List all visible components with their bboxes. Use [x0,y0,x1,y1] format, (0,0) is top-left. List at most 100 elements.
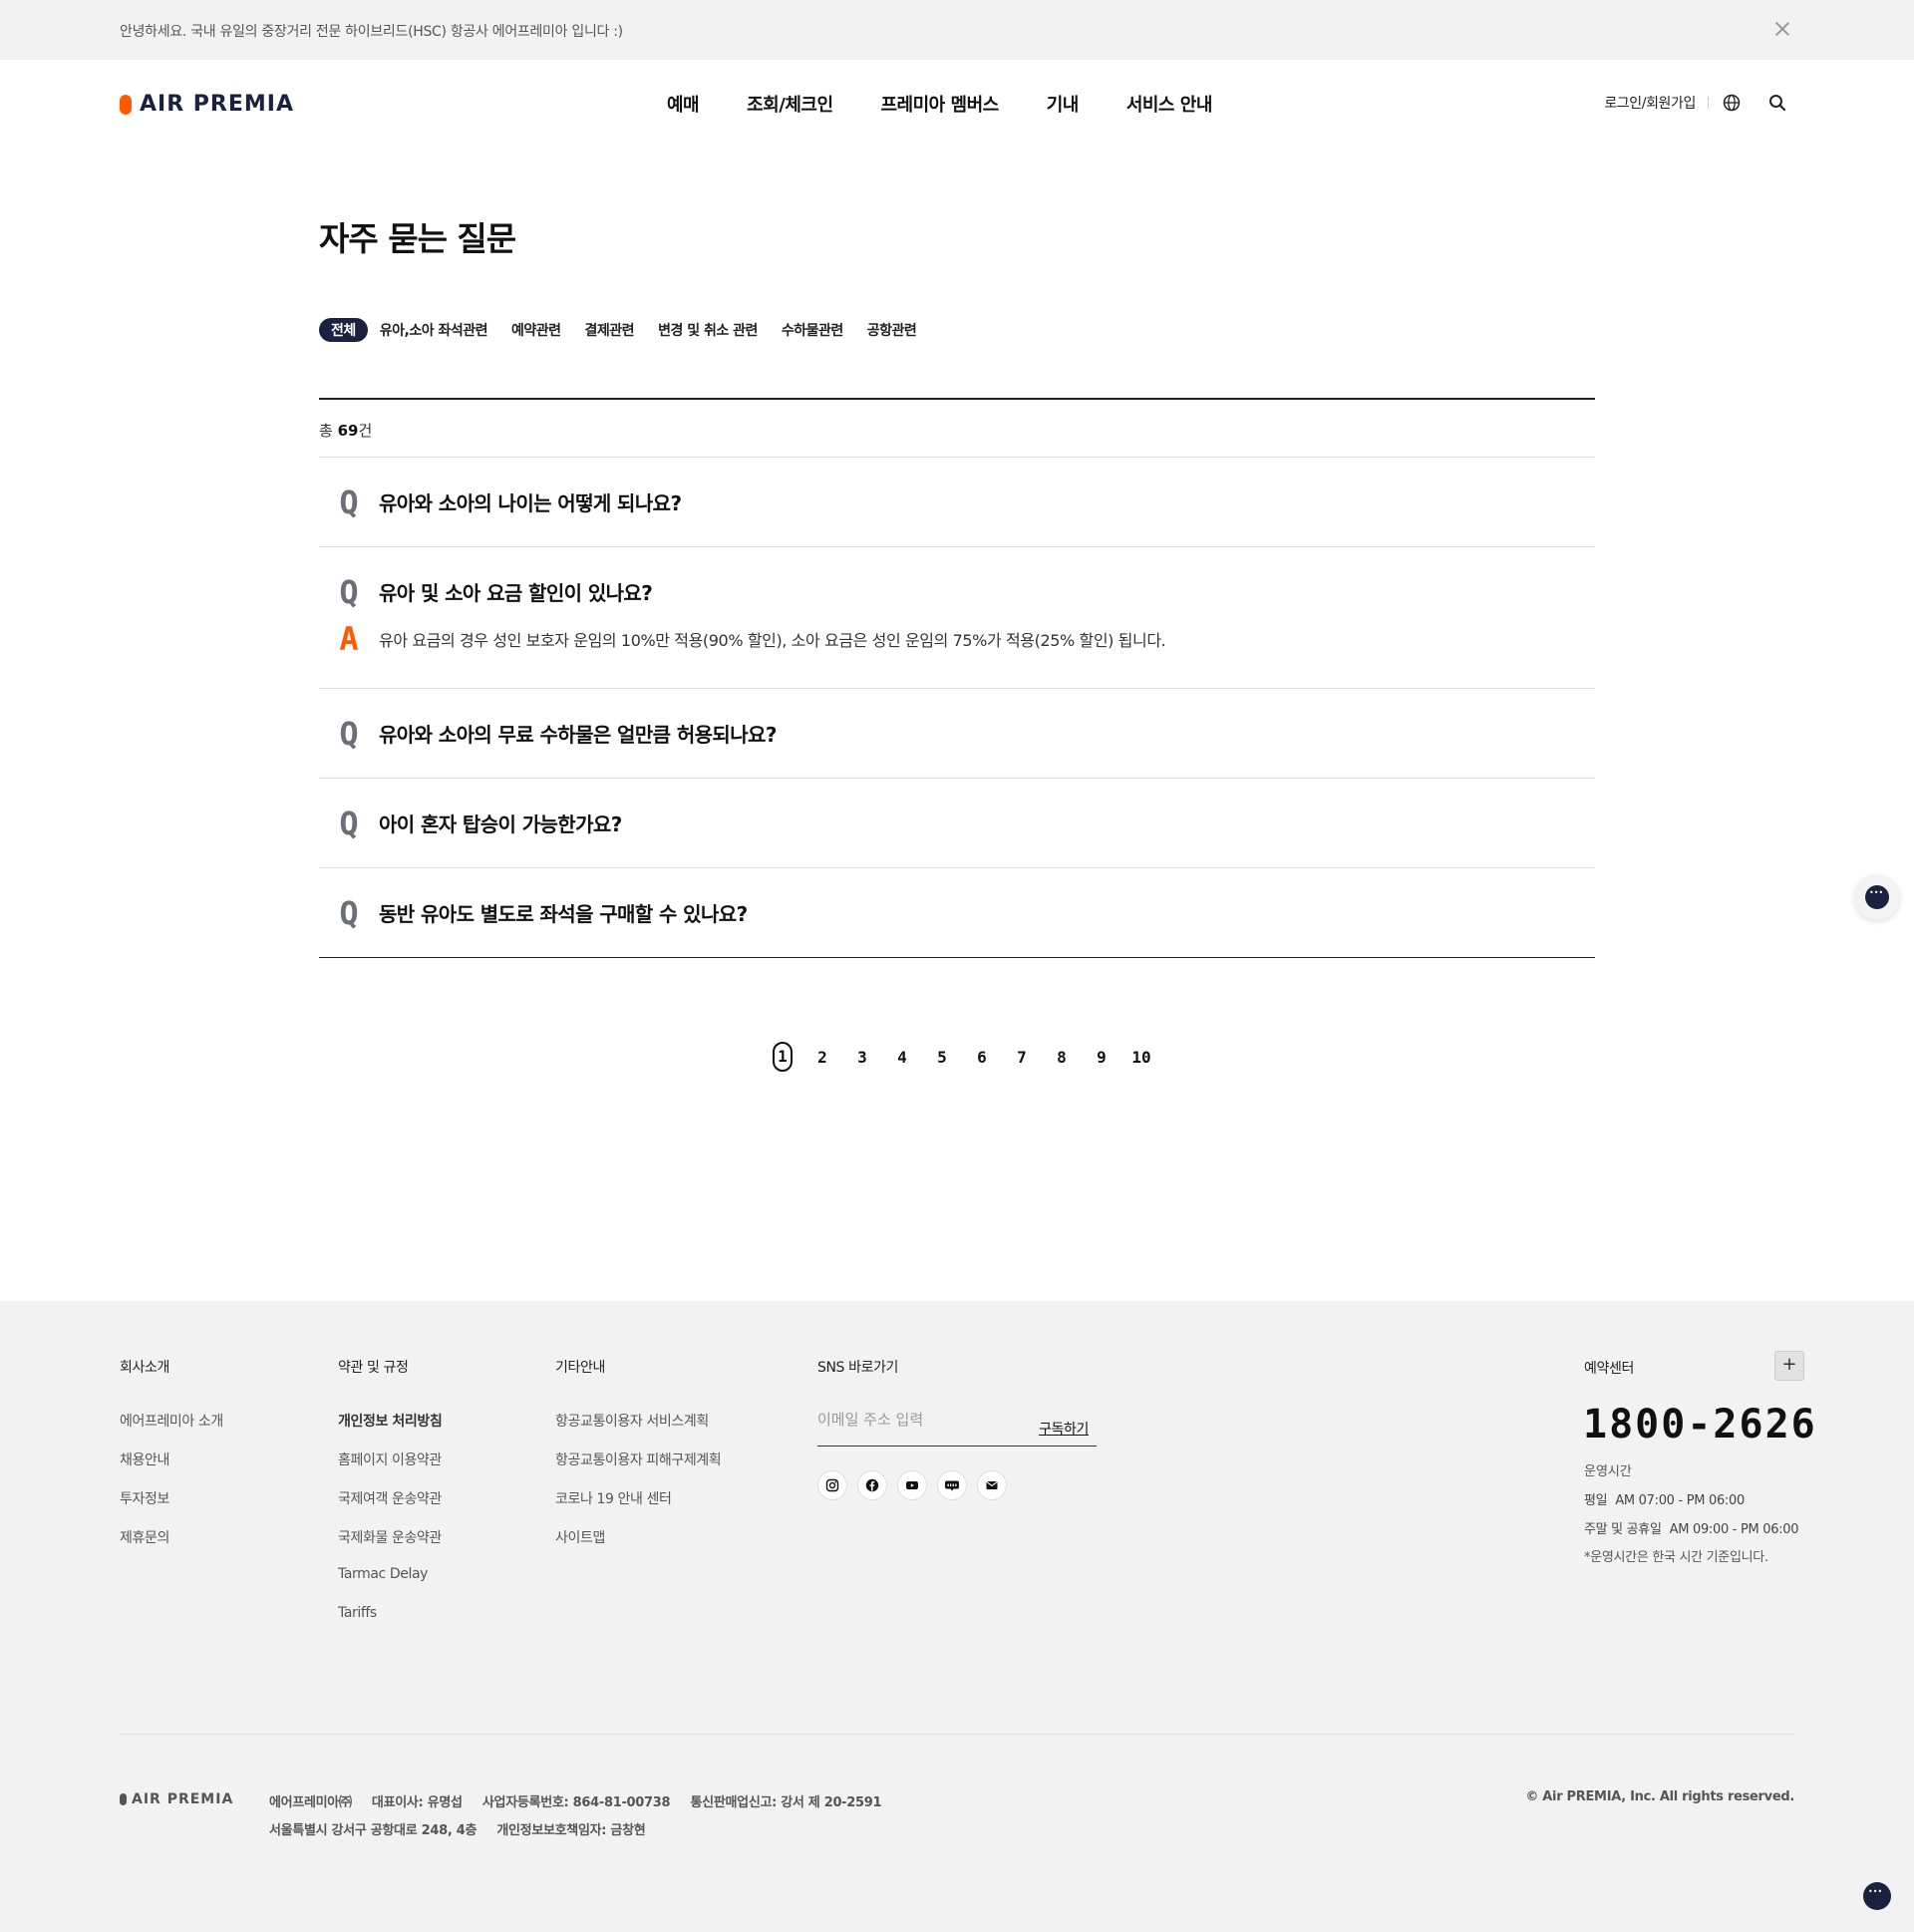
pagination: 1 2 3 4 5 6 7 8 9 10 [763,1042,1161,1072]
question-text[interactable]: 아이 혼자 탑승이 가능한가요? [379,808,622,837]
footer-link[interactable]: 항공교통이용자 서비스계획 [555,1411,721,1430]
page-3[interactable]: 3 [842,1048,882,1067]
answer-text: 유아 요금의 경우 성인 보호자 운임의 10%만 적용(90% 할인), 소아… [379,631,1166,650]
page-8[interactable]: 8 [1042,1048,1082,1067]
question-text[interactable]: 유아와 소아의 무료 수하물은 얼만큼 허용되나요? [379,719,777,748]
page-2[interactable]: 2 [802,1048,842,1067]
close-icon[interactable] [1772,19,1792,39]
question-mark: Q [339,893,359,932]
count-prefix: 총 [319,422,338,440]
footer-link[interactable]: 제휴문의 [120,1527,223,1546]
page-5[interactable]: 5 [922,1048,962,1067]
company-name: 에어프레미아㈜ [269,1795,352,1810]
business-number: 사업자등록번호: 864-81-00738 [481,1795,671,1810]
category-tabs: 전체 유아,소아 좌석관련 예약관련 결제관련 변경 및 취소 관련 수하물관련… [319,318,940,342]
nav-item-checkin[interactable]: 조회/체크인 [747,91,833,117]
tab-baggage[interactable]: 수하물관련 [782,320,843,340]
newsletter-form: 구독하기 [817,1401,1097,1447]
logo-text: AIR PREMIA [140,92,295,117]
sales-number: 통신판매업신고: 강서 제 20-2591 [690,1795,882,1810]
hours-title: 운영시간 [1584,1464,1632,1479]
footer-col-title: SNS 바로가기 [817,1360,899,1376]
reservation-center-title: 예약센터 [1584,1361,1634,1377]
weekend-time: AM 09:00 - PM 06:00 [1669,1522,1799,1537]
footer-link[interactable]: 국제여객 운송약관 [338,1488,442,1507]
utility-menu: 로그인/회원가입 [1604,92,1788,114]
tab-payment[interactable]: 결제관련 [585,320,635,340]
footer-link[interactable]: 채용안내 [120,1449,223,1468]
tab-all[interactable]: 전체 [319,318,368,342]
faq-item[interactable]: Q 아이 혼자 탑승이 가능한가요? [319,779,1595,868]
question-mark: Q [339,572,359,611]
notice-text: 안녕하세요. 국내 유일의 중장거리 전문 하이브리드(HSC) 항공사 에어프… [120,24,623,40]
footer-col-title: 회사소개 [120,1360,169,1376]
footer-col-etc: 기타안내 항공교통이용자 서비스계획 항공교통이용자 피해구제계획 코로나 19… [555,1357,722,1566]
faq-item-expanded[interactable]: Q 유아 및 소아 요금 할인이 있나요? A 유아 요금의 경우 성인 보호자… [319,547,1595,689]
copyright: © Air PREMIA, Inc. All rights reserved. [1525,1789,1794,1804]
count-value: 69 [337,422,359,440]
search-icon[interactable] [1766,92,1788,114]
page-1[interactable]: 1 [763,1042,802,1072]
footer-link[interactable]: 사이트맵 [555,1527,721,1546]
footer-link[interactable]: Tariffs [338,1605,442,1622]
page-6[interactable]: 6 [962,1048,1002,1067]
footer-divider [120,1734,1794,1735]
facebook-icon[interactable] [857,1470,887,1500]
nav-item-inflight[interactable]: 기내 [1047,91,1080,117]
instagram-icon[interactable] [817,1470,847,1500]
footer-logo: AIR PREMIA [120,1791,233,1807]
footer-link[interactable]: 홈페이지 이용약관 [338,1449,442,1468]
nav-item-booking[interactable]: 예매 [667,91,700,117]
footer-link[interactable]: 항공교통이용자 피해구제계획 [555,1449,722,1468]
result-count: 총 69건 [319,400,1595,458]
mail-icon[interactable] [977,1470,1007,1500]
footer-link[interactable]: Tarmac Delay [338,1566,442,1583]
answer: A 유아 요금의 경우 성인 보호자 운임의 10%만 적용(90% 할인), … [319,610,1595,688]
footer-link[interactable]: 코로나 19 안내 센터 [555,1488,721,1507]
weekend-label: 주말 및 공휴일 [1584,1522,1662,1537]
phone-number: 1800-2626 [1583,1402,1817,1448]
chat-icon[interactable] [1863,1882,1891,1910]
weekday-label: 평일 [1584,1493,1608,1508]
chatbot-button[interactable] [1854,874,1900,920]
weekday-hours: 평일 AM 07:00 - PM 06:00 [1584,1489,1745,1508]
tab-reservation[interactable]: 예약관련 [511,320,561,340]
chat-icon [1865,885,1889,909]
tab-airport[interactable]: 공항관련 [867,320,917,340]
nav-item-members[interactable]: 프레미아 멤버스 [881,91,1000,117]
question-text[interactable]: 유아 및 소아 요금 할인이 있나요? [379,577,653,606]
nav-item-service[interactable]: 서비스 안내 [1126,91,1213,117]
login-link[interactable]: 로그인/회원가입 [1604,93,1696,113]
footer-col-title: 기타안내 [555,1360,605,1376]
globe-icon[interactable] [1721,92,1743,114]
logo[interactable]: AIR PREMIA [120,92,294,117]
question-mark: Q [339,714,359,753]
page-title: 자주 묻는 질문 [319,219,516,258]
page-4[interactable]: 4 [882,1048,922,1067]
company-info-line2: 서울특별시 강서구 공항대로 248, 4층 개인정보보호책임자: 금창현 [269,1819,661,1838]
footer-link[interactable]: 투자정보 [120,1488,223,1507]
faq-item[interactable]: Q 동반 유아도 별도로 좌석을 구매할 수 있나요? [319,868,1595,958]
faq-list: 총 69건 Q 유아와 소아의 나이는 어떻게 되나요? Q 유아 및 소아 요… [319,398,1595,958]
faq-item[interactable]: Q 유아와 소아의 나이는 어떻게 되나요? [319,458,1595,547]
sns-links [817,1470,1017,1500]
blog-icon[interactable] [937,1470,967,1500]
faq-item[interactable]: Q 유아와 소아의 무료 수하물은 얼만큼 허용되나요? [319,689,1595,779]
youtube-icon[interactable] [897,1470,927,1500]
email-input[interactable] [817,1411,1017,1429]
tab-infant-child-seat[interactable]: 유아,소아 좌석관련 [380,320,488,340]
footer-link[interactable]: 에어프레미아 소개 [120,1411,223,1430]
subscribe-button[interactable]: 구독하기 [1039,1419,1089,1439]
footer-link[interactable]: 국제화물 운송약관 [338,1527,442,1546]
count-suffix: 건 [358,422,373,440]
page-7[interactable]: 7 [1002,1048,1042,1067]
question-text[interactable]: 유아와 소아의 나이는 어떻게 되나요? [379,487,682,516]
expand-button[interactable]: + [1774,1351,1804,1381]
question-text[interactable]: 동반 유아도 별도로 좌석을 구매할 수 있나요? [379,898,748,927]
tab-change-cancel[interactable]: 변경 및 취소 관련 [658,320,758,340]
footer-link-privacy[interactable]: 개인정보 처리방침 [338,1411,443,1430]
page-10[interactable]: 10 [1121,1048,1161,1067]
footer-col-company: 회사소개 에어프레미아 소개 채용안내 투자정보 제휴문의 [120,1357,223,1566]
page-9[interactable]: 9 [1082,1048,1121,1067]
logo-mark [120,1793,127,1805]
